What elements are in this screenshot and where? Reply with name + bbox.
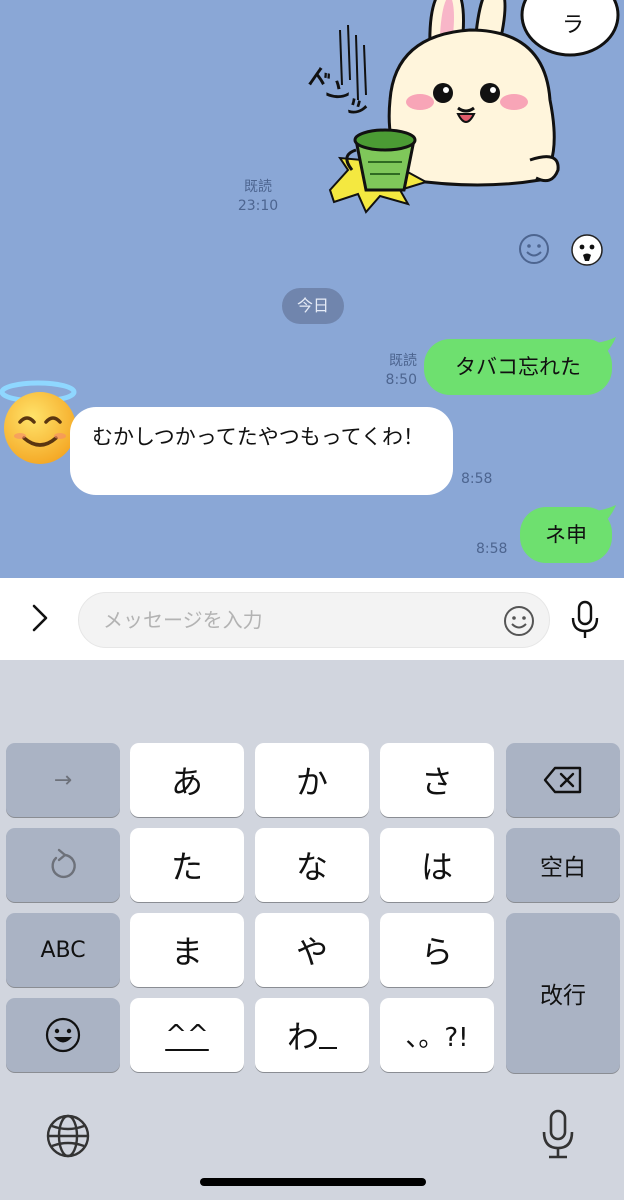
read-receipt-old: 既読 23:10 xyxy=(236,178,280,216)
backspace-icon xyxy=(543,766,582,794)
enter-key[interactable]: 改行 xyxy=(506,913,620,1073)
kaomoji-label: ^^ xyxy=(165,1020,209,1050)
dictation-microphone-icon[interactable] xyxy=(538,1108,578,1160)
bubble-tail xyxy=(596,505,616,523)
key-wa[interactable]: わ xyxy=(255,998,369,1072)
key-ka[interactable]: か xyxy=(255,743,369,817)
message-time: 8:58 xyxy=(461,471,493,487)
arrow-key[interactable]: → xyxy=(6,743,120,817)
bubble-tail xyxy=(596,337,616,355)
halo-smiley-avatar[interactable] xyxy=(0,380,80,466)
read-status: 既読 xyxy=(244,179,272,195)
sticker-sfx-text: ドンッ xyxy=(300,61,375,125)
smile-reaction-icon[interactable] xyxy=(518,233,550,265)
abc-key[interactable]: ABC xyxy=(6,913,120,987)
message-time: 8:58 xyxy=(476,541,508,557)
chevron-right-icon[interactable] xyxy=(26,598,54,638)
key-na[interactable]: な xyxy=(255,828,369,902)
message-field[interactable] xyxy=(78,592,550,648)
incoming-message-bubble[interactable]: むかしつかってたやつもってくわ！ xyxy=(70,407,453,495)
key-ta[interactable]: た xyxy=(130,828,244,902)
microphone-icon[interactable] xyxy=(566,598,604,642)
message-input-bar xyxy=(0,578,624,660)
emoji-face-icon xyxy=(45,1017,81,1053)
kaomoji-key[interactable]: ^^ xyxy=(130,998,244,1072)
key-ma[interactable]: ま xyxy=(130,913,244,987)
sticker-speech-text: ラ xyxy=(562,13,584,38)
undo-key[interactable] xyxy=(6,828,120,902)
key-ha[interactable]: は xyxy=(380,828,494,902)
space-key[interactable]: 空白 xyxy=(506,828,620,902)
key-wa-label: わ xyxy=(286,1018,319,1056)
key-a[interactable]: あ xyxy=(130,743,244,817)
undo-icon xyxy=(51,848,76,879)
globe-icon[interactable] xyxy=(44,1112,92,1160)
message-meta: 既読 8:50 xyxy=(379,352,417,390)
read-status: 既読 xyxy=(389,353,417,369)
rabbit-sticker[interactable]: ラ ドンッ xyxy=(300,0,624,215)
character-reaction-icon[interactable] xyxy=(570,233,604,267)
home-indicator[interactable] xyxy=(200,1178,426,1186)
long-vowel-mark xyxy=(319,1047,337,1049)
key-ya[interactable]: や xyxy=(255,913,369,987)
emoji-key[interactable] xyxy=(6,998,120,1072)
emoji-icon[interactable] xyxy=(503,605,535,637)
punctuation-key[interactable]: 、。?! xyxy=(380,998,494,1072)
date-divider: 今日 xyxy=(282,288,344,324)
delete-key[interactable] xyxy=(506,743,620,817)
read-time: 23:10 xyxy=(237,198,279,214)
outgoing-message-bubble[interactable]: タバコ忘れた xyxy=(424,339,612,395)
arrow-key-label: → xyxy=(53,767,73,793)
key-sa[interactable]: さ xyxy=(380,743,494,817)
message-time: 8:50 xyxy=(385,372,417,388)
key-ra[interactable]: ら xyxy=(380,913,494,987)
message-input[interactable] xyxy=(103,593,503,647)
chat-area[interactable]: ラ ドンッ 既読 23:10 今日 既読 8:50 タバコ忘れた むかしつかって… xyxy=(0,0,624,578)
